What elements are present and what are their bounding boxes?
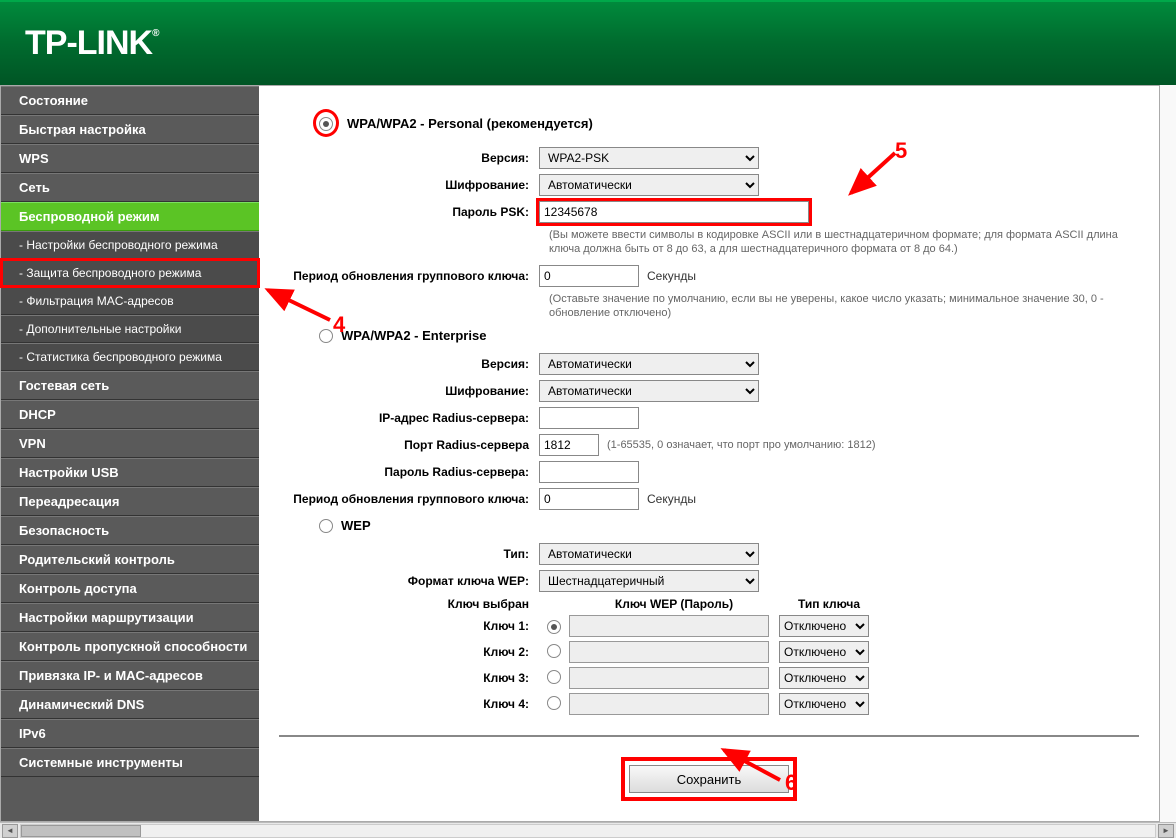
divider <box>279 735 1139 737</box>
wep-key-radio[interactable] <box>547 620 561 634</box>
wep-format-select[interactable]: Шестнадцатеричный <box>539 570 759 592</box>
ent-group-input[interactable] <box>539 488 639 510</box>
personal-group-input[interactable] <box>539 265 639 287</box>
sidebar-subitem[interactable]: - Настройки беспроводного режима <box>1 231 259 259</box>
scroll-right-button[interactable]: ► <box>1158 824 1174 838</box>
sidebar-item[interactable]: Настройки USB <box>1 458 259 487</box>
wep-col-type: Тип ключа <box>779 597 879 611</box>
header: TP-LINK® <box>0 0 1176 85</box>
ent-enc-label: Шифрование: <box>279 384 539 398</box>
section-enterprise-title: WPA/WPA2 - Enterprise <box>341 328 486 343</box>
sidebar-item[interactable]: Переадресация <box>1 487 259 516</box>
sidebar-subitem[interactable]: - Дополнительные настройки <box>1 315 259 343</box>
wep-key-input[interactable] <box>569 667 769 689</box>
ent-ip-label: IP-адрес Radius-сервера: <box>279 411 539 425</box>
personal-version-select[interactable]: WPA2-PSK <box>539 147 759 169</box>
personal-psk-label: Пароль PSK: <box>279 205 539 219</box>
sidebar-item[interactable]: Родительский контроль <box>1 545 259 574</box>
sidebar-item[interactable]: Системные инструменты <box>1 748 259 777</box>
save-button[interactable]: Сохранить <box>629 765 789 793</box>
section-wep-header: WEP <box>319 518 1139 533</box>
sidebar-subitem[interactable]: - Фильтрация MAC-адресов <box>1 287 259 315</box>
scroll-left-button[interactable]: ◄ <box>2 824 18 838</box>
wep-key-input[interactable] <box>569 615 769 637</box>
wep-key-row: Ключ 2: Отключено <box>279 641 1139 663</box>
radio-wep[interactable] <box>319 519 333 533</box>
sidebar-item[interactable]: Быстрая настройка <box>1 115 259 144</box>
personal-enc-select[interactable]: Автоматически <box>539 174 759 196</box>
wep-key-label: Ключ 1: <box>279 619 539 633</box>
sidebar-subitem[interactable]: - Статистика беспроводного режима <box>1 343 259 371</box>
section-personal-header: WPA/WPA2 - Personal (рекомендуется) <box>319 109 1139 137</box>
horizontal-scrollbar[interactable]: ◄ ► <box>0 822 1176 838</box>
ent-port-label: Порт Radius-сервера <box>279 438 539 452</box>
ent-version-select[interactable]: Автоматически <box>539 353 759 375</box>
sidebar-item[interactable]: Контроль доступа <box>1 574 259 603</box>
sidebar-item[interactable]: Состояние <box>1 86 259 115</box>
sidebar-item[interactable]: Беспроводной режим <box>1 202 259 231</box>
radio-highlight <box>313 109 339 137</box>
wep-key-type-select[interactable]: Отключено <box>779 693 869 715</box>
wep-key-input[interactable] <box>569 693 769 715</box>
radio-wpa-personal[interactable] <box>319 117 333 131</box>
brand-logo: TP-LINK® <box>25 24 158 63</box>
wep-key-radio[interactable] <box>547 670 561 684</box>
wep-key-label: Ключ 3: <box>279 671 539 685</box>
scroll-track[interactable] <box>20 824 1156 838</box>
save-highlight: Сохранить <box>621 757 797 801</box>
wep-key-input[interactable] <box>569 641 769 663</box>
sidebar-item[interactable]: Настройки маршрутизации <box>1 603 259 632</box>
ent-pass-label: Пароль Radius-сервера: <box>279 465 539 479</box>
sidebar-item[interactable]: Безопасность <box>1 516 259 545</box>
sidebar-item[interactable]: DHCP <box>1 400 259 429</box>
sidebar-item[interactable]: WPS <box>1 144 259 173</box>
ent-version-label: Версия: <box>279 357 539 371</box>
ent-group-label: Период обновления группового ключа: <box>279 492 539 506</box>
wep-key-row: Ключ 3: Отключено <box>279 667 1139 689</box>
wep-key-radio[interactable] <box>547 644 561 658</box>
personal-enc-label: Шифрование: <box>279 178 539 192</box>
sidebar: СостояниеБыстрая настройкаWPSСетьБеспров… <box>1 86 259 821</box>
sidebar-subitem[interactable]: - Защита беспроводного режима <box>1 259 259 287</box>
wep-format-label: Формат ключа WEP: <box>279 574 539 588</box>
personal-group-label: Период обновления группового ключа: <box>279 269 539 283</box>
ent-enc-select[interactable]: Автоматически <box>539 380 759 402</box>
sidebar-item[interactable]: Контроль пропускной способности <box>1 632 259 661</box>
wep-key-row: Ключ 1: Отключено <box>279 615 1139 637</box>
sidebar-item[interactable]: Динамический DNS <box>1 690 259 719</box>
personal-version-label: Версия: <box>279 151 539 165</box>
sidebar-item[interactable]: Привязка IP- и MAC-адресов <box>1 661 259 690</box>
wep-key-label: Ключ 4: <box>279 697 539 711</box>
scroll-thumb[interactable] <box>21 825 141 837</box>
section-personal-title: WPA/WPA2 - Personal (рекомендуется) <box>347 116 593 131</box>
wep-key-row: Ключ 4: Отключено <box>279 693 1139 715</box>
sidebar-item[interactable]: IPv6 <box>1 719 259 748</box>
personal-group-unit: Секунды <box>647 269 696 283</box>
ent-group-unit: Секунды <box>647 492 696 506</box>
sidebar-item[interactable]: Гостевая сеть <box>1 371 259 400</box>
section-enterprise-header: WPA/WPA2 - Enterprise <box>319 328 1139 343</box>
ent-ip-input[interactable] <box>539 407 639 429</box>
wep-key-type-select[interactable]: Отключено <box>779 615 869 637</box>
wep-col-key: Ключ WEP (Пароль) <box>569 597 779 611</box>
wep-type-select[interactable]: Автоматически <box>539 543 759 565</box>
radio-wpa-enterprise[interactable] <box>319 329 333 343</box>
wep-key-type-select[interactable]: Отключено <box>779 667 869 689</box>
personal-psk-hint: (Вы можете ввести символы в кодировке AS… <box>279 228 1139 257</box>
ent-port-hint: (1-65535, 0 означает, что порт про умолч… <box>607 439 876 451</box>
wep-key-radio[interactable] <box>547 696 561 710</box>
personal-psk-input[interactable] <box>539 201 809 223</box>
section-wep-title: WEP <box>341 518 371 533</box>
sidebar-item[interactable]: Сеть <box>1 173 259 202</box>
ent-port-input[interactable] <box>539 434 599 456</box>
personal-group-hint: (Оставьте значение по умолчанию, если вы… <box>279 292 1139 321</box>
ent-pass-input[interactable] <box>539 461 639 483</box>
wep-type-label: Тип: <box>279 547 539 561</box>
wep-key-type-select[interactable]: Отключено <box>779 641 869 663</box>
sidebar-item[interactable]: VPN <box>1 429 259 458</box>
main-panel: WPA/WPA2 - Personal (рекомендуется) Верс… <box>259 86 1159 821</box>
wep-key-label: Ключ 2: <box>279 645 539 659</box>
wep-selected-label: Ключ выбран <box>279 597 539 611</box>
